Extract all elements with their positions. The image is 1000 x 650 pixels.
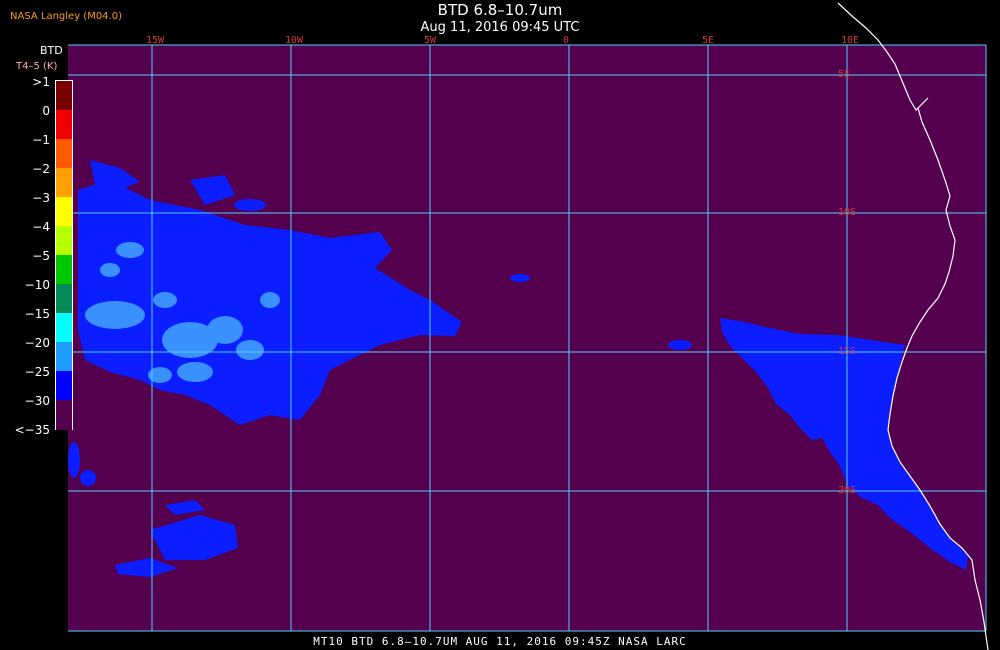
legend-swatch xyxy=(56,197,72,227)
legend-label: −15 xyxy=(24,307,50,321)
cloud-patch xyxy=(234,199,266,211)
legend-label: −5 xyxy=(32,249,50,263)
latitude-label: 5S xyxy=(838,69,851,80)
cloud-patch xyxy=(177,362,213,382)
cloud-patch xyxy=(85,301,145,329)
legend-label: −1 xyxy=(32,133,50,147)
longitude-label: 10E xyxy=(841,35,860,46)
legend-title: BTD xyxy=(40,44,63,57)
longitude-label: 15W xyxy=(146,35,165,46)
latitude-label: 15S xyxy=(838,346,857,357)
map-title: BTD 6.8–10.7um xyxy=(437,1,563,19)
legend-swatch xyxy=(56,139,72,169)
map-datetime: Aug 11, 2016 09:45 UTC xyxy=(420,20,580,35)
latitude-label: 10S xyxy=(838,207,857,218)
legend-label: −4 xyxy=(32,220,50,234)
legend-label: −30 xyxy=(24,394,50,408)
legend-label: −3 xyxy=(32,191,50,205)
cloud-patch xyxy=(80,470,96,486)
cloud-patch xyxy=(116,242,144,258)
longitude-label: 5E xyxy=(702,35,715,46)
legend-swatch xyxy=(56,342,72,372)
longitude-label: 5W xyxy=(424,35,437,46)
footer-caption: MT10 BTD 6.8–10.7UM AUG 11, 2016 09:45Z … xyxy=(313,635,687,648)
legend-swatch xyxy=(56,284,72,314)
longitude-label: 10W xyxy=(285,35,304,46)
legend-label: 0 xyxy=(42,104,50,118)
cloud-patch xyxy=(260,292,280,308)
cloud-patch xyxy=(668,340,692,350)
legend-label: <−35 xyxy=(14,423,50,437)
legend-swatch xyxy=(56,255,72,285)
map-image xyxy=(68,2,989,650)
legend-swatch xyxy=(56,110,72,140)
legend-swatch xyxy=(56,81,72,111)
legend-label: >1 xyxy=(32,75,50,89)
cloud-patch xyxy=(100,263,120,277)
cloud-patch xyxy=(236,340,264,360)
legend-swatch xyxy=(56,313,72,343)
legend-label: −10 xyxy=(24,278,50,292)
legend-swatch xyxy=(56,400,72,430)
cloud-patch xyxy=(68,442,80,478)
legend-swatch xyxy=(56,226,72,256)
legend-label: −25 xyxy=(24,365,50,379)
legend-color-bar xyxy=(55,80,73,430)
latitude-label: 20S xyxy=(838,485,857,496)
legend-swatch xyxy=(56,371,72,401)
legend-units: T4–5 (K) xyxy=(16,61,58,72)
cloud-patch xyxy=(207,316,243,344)
legend-label: −20 xyxy=(24,336,50,350)
longitude-label: 0 xyxy=(563,35,570,46)
legend-label: −2 xyxy=(32,162,50,176)
cloud-patch xyxy=(153,292,177,308)
cloud-patch xyxy=(510,274,530,282)
legend-swatch xyxy=(56,168,72,198)
